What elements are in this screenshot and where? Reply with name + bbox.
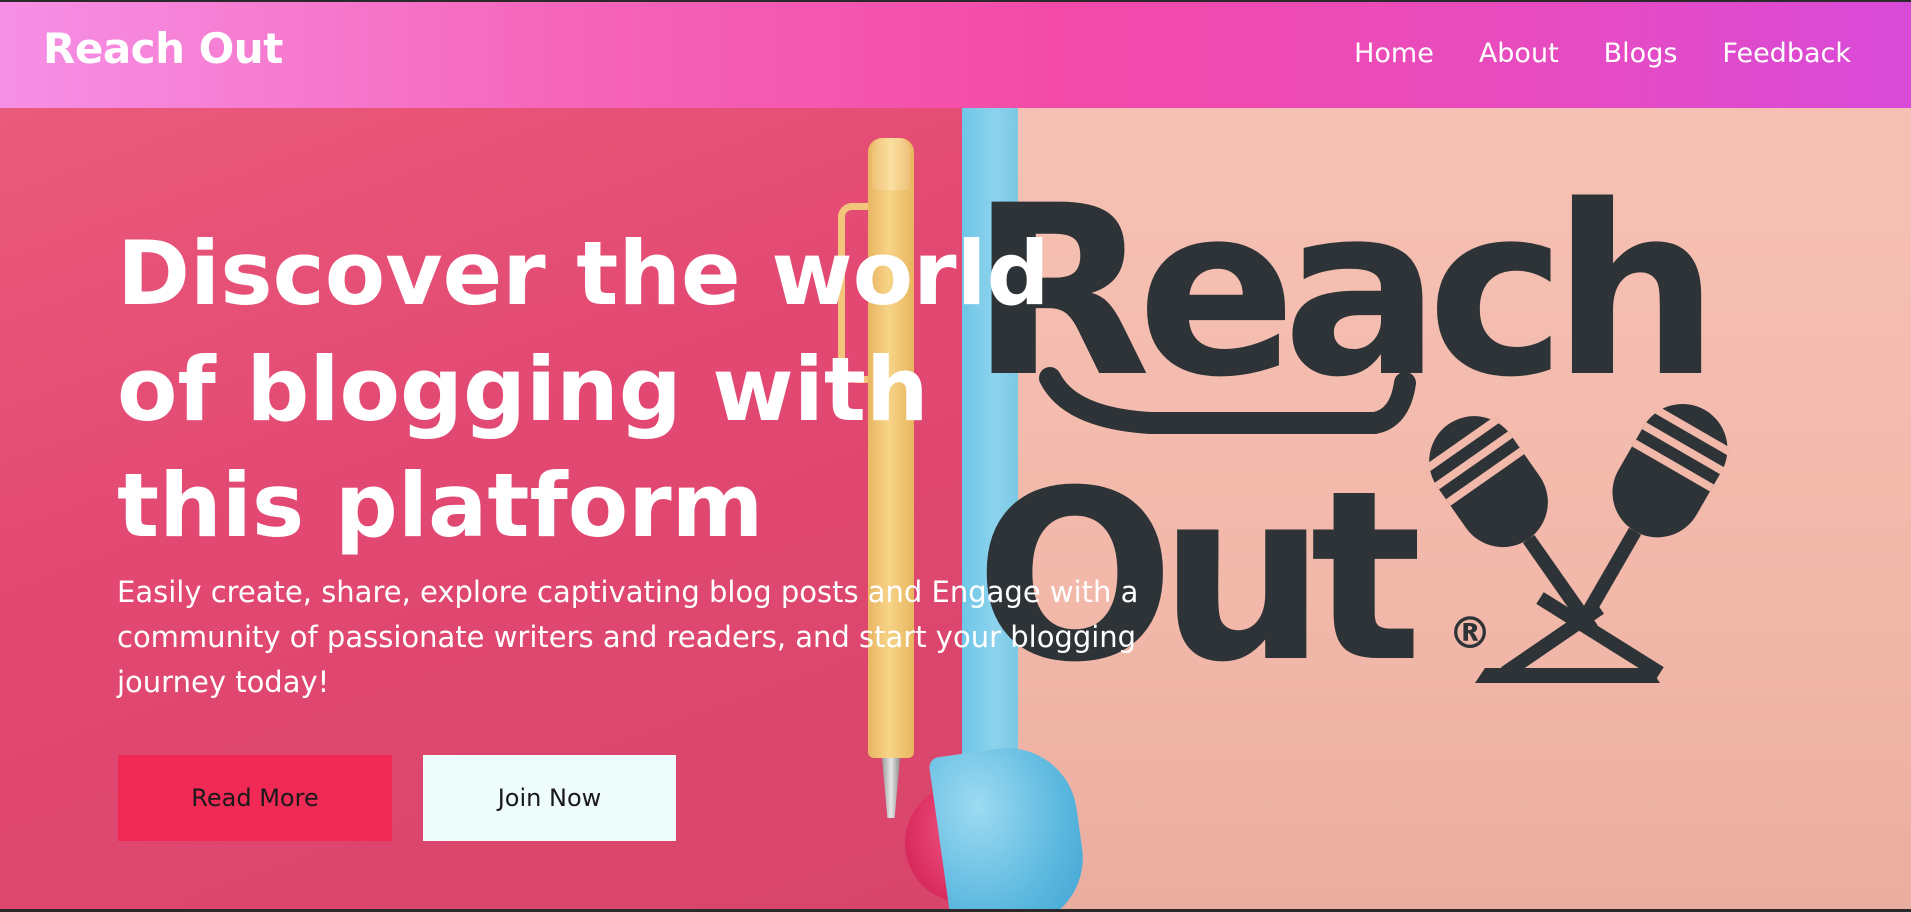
nav-link-home[interactable]: Home: [1354, 38, 1434, 69]
hero-section: Reach Out ® Discover the world of bloggi…: [0, 108, 1911, 909]
nav-link-about[interactable]: About: [1479, 38, 1559, 69]
pen-cap: [872, 138, 910, 190]
navbar: Reach Out Home About Blogs Feedback: [0, 2, 1911, 108]
nav-link-blogs[interactable]: Blogs: [1604, 38, 1678, 69]
hero-description: Easily create, share, explore captivatin…: [117, 575, 1139, 699]
read-more-button[interactable]: Read More: [118, 755, 392, 841]
nav-links: Home About Blogs Feedback: [1354, 38, 1851, 69]
hero-title: Discover the world of blogging with this…: [117, 222, 1050, 557]
page-frame: Reach Out Home About Blogs Feedback Reac…: [0, 0, 1911, 912]
join-now-button[interactable]: Join Now: [423, 755, 676, 841]
registered-mark: ®: [1448, 608, 1492, 659]
nav-link-feedback[interactable]: Feedback: [1722, 38, 1851, 69]
brand-logo[interactable]: Reach Out: [43, 24, 283, 73]
